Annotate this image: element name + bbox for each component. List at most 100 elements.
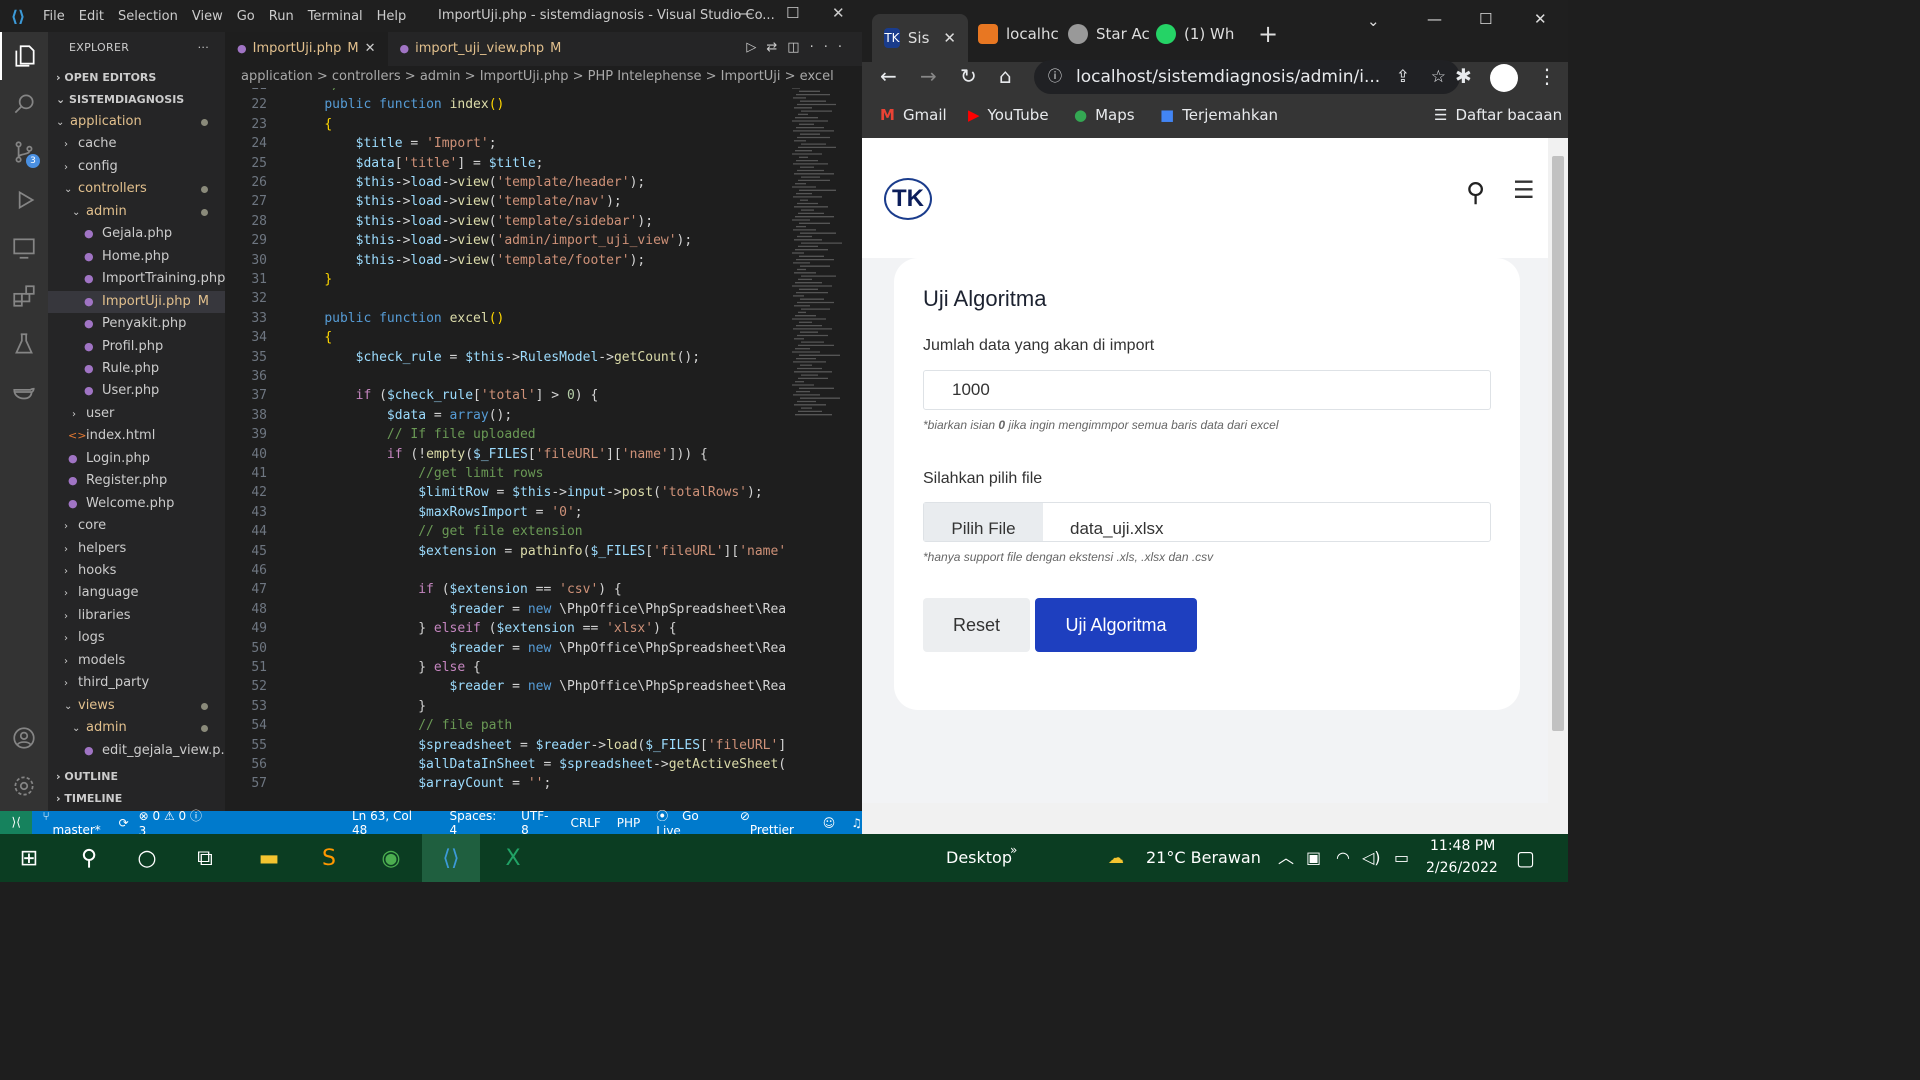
tree-folder[interactable]: › language bbox=[48, 582, 225, 604]
tree-folder[interactable]: › config bbox=[48, 156, 225, 178]
tree-folder[interactable]: ⌄ controllers bbox=[48, 178, 225, 200]
back-icon[interactable]: ← bbox=[880, 64, 897, 88]
tree-file[interactable]: ● Gejala.php bbox=[48, 223, 225, 245]
tree-file[interactable]: ● Welcome.php bbox=[48, 493, 225, 515]
code-editor[interactable]: 21 */ 22 public function index() 23 {24 $t… bbox=[225, 88, 862, 811]
tree-file[interactable]: ● Home.php bbox=[48, 246, 225, 268]
tree-folder[interactable]: › hooks bbox=[48, 560, 225, 582]
tree-folder[interactable]: › libraries bbox=[48, 605, 225, 627]
home-icon[interactable]: ⌂ bbox=[999, 64, 1012, 88]
settings-gear-icon[interactable] bbox=[0, 762, 48, 810]
search-icon[interactable]: ⚲ bbox=[1466, 178, 1485, 208]
docker-icon[interactable] bbox=[0, 368, 48, 416]
menu-view[interactable]: View bbox=[192, 9, 223, 24]
vscode-taskbar-icon[interactable]: ⟨⟩ bbox=[422, 834, 480, 882]
browser-tab[interactable]: (1) Wh bbox=[1156, 14, 1234, 54]
menu-file[interactable]: File bbox=[43, 9, 65, 24]
file-input[interactable]: Pilih File data_uji.xlsx bbox=[923, 502, 1491, 542]
browser-minimize-icon[interactable]: — bbox=[1427, 10, 1442, 28]
site-info-icon[interactable]: ⓘ bbox=[1048, 60, 1062, 94]
close-icon[interactable]: ✕ bbox=[832, 4, 845, 22]
browser-tab[interactable]: Star Ac bbox=[1068, 14, 1150, 54]
battery-icon[interactable]: ▭ bbox=[1394, 834, 1409, 882]
feedback-icon[interactable]: ☺ bbox=[823, 816, 836, 830]
tree-folder[interactable]: ⌄ views bbox=[48, 695, 225, 717]
remote-icon[interactable]: ⟩⟨ bbox=[0, 811, 33, 834]
hamburger-menu-icon[interactable]: ☰ bbox=[1513, 176, 1535, 204]
clock-time[interactable]: 11:48 PM bbox=[1430, 838, 1495, 854]
menu-go[interactable]: Go bbox=[237, 9, 255, 24]
minimap[interactable] bbox=[790, 88, 850, 428]
timeline-section[interactable]: › TIMELINE bbox=[48, 788, 122, 810]
wifi-icon[interactable]: ◠ bbox=[1336, 834, 1350, 882]
reset-button[interactable]: Reset bbox=[923, 598, 1030, 652]
search-icon[interactable] bbox=[0, 80, 48, 128]
open-editors-section[interactable]: › OPEN EDITORS bbox=[48, 67, 156, 89]
tree-file[interactable]: ● Penyakit.php bbox=[48, 313, 225, 335]
bookmark-star-icon[interactable]: ☆ bbox=[1431, 60, 1446, 94]
profile-avatar[interactable] bbox=[1490, 64, 1518, 92]
tree-file[interactable]: ● Profil.php bbox=[48, 336, 225, 358]
volume-icon[interactable]: ◁) bbox=[1362, 834, 1381, 882]
eol-status[interactable]: CRLF bbox=[570, 816, 600, 830]
clock-date[interactable]: 2/26/2022 bbox=[1426, 860, 1498, 876]
new-tab-button[interactable]: + bbox=[1258, 14, 1278, 54]
browser-tab-active[interactable]: TK Sis ✕ bbox=[872, 14, 968, 62]
tree-file[interactable]: <>index.html bbox=[48, 425, 225, 447]
weather-icon[interactable]: ☁ bbox=[1108, 834, 1124, 882]
toolbar-chevron-icon[interactable]: » bbox=[1010, 826, 1017, 874]
tree-folder[interactable]: › third_party bbox=[48, 672, 225, 694]
excel-icon[interactable]: X bbox=[484, 834, 542, 882]
site-logo[interactable]: TK bbox=[884, 178, 932, 220]
editor-tab[interactable]: ● import_uji_view.php M bbox=[388, 32, 574, 66]
menu-help[interactable]: Help bbox=[377, 9, 407, 24]
bookmark-maps[interactable]: ● Maps bbox=[1074, 106, 1135, 124]
tree-file[interactable]: ● Rule.php bbox=[48, 358, 225, 380]
sublime-text-icon[interactable]: S bbox=[300, 834, 358, 882]
remote-explorer-icon[interactable] bbox=[0, 224, 48, 272]
run-debug-icon[interactable] bbox=[0, 176, 48, 224]
menu-run[interactable]: Run bbox=[269, 9, 294, 24]
test-algorithm-button[interactable]: Uji Algoritma bbox=[1035, 598, 1197, 652]
tree-folder[interactable]: › models bbox=[48, 650, 225, 672]
maximize-icon[interactable]: ☐ bbox=[786, 4, 799, 22]
forward-icon[interactable]: → bbox=[920, 64, 937, 88]
windows-start-icon[interactable]: ⊞ bbox=[0, 834, 58, 882]
browser-close-icon[interactable]: ✕ bbox=[1534, 10, 1547, 28]
notifications-bell-icon[interactable]: ♫ bbox=[851, 816, 862, 830]
tab-search-icon[interactable]: ⌄ bbox=[1367, 12, 1380, 30]
tree-file[interactable]: ● Register.php bbox=[48, 470, 225, 492]
outline-section[interactable]: › OUTLINE bbox=[48, 766, 118, 788]
bookmark-gmail[interactable]: M Gmail bbox=[880, 106, 947, 124]
taskbar-search-icon[interactable]: ⚲ bbox=[60, 834, 118, 882]
browser-tab[interactable]: localhc bbox=[978, 14, 1059, 54]
tree-file[interactable]: ● ImportTraining.php bbox=[48, 268, 225, 290]
tree-folder[interactable]: › logs bbox=[48, 627, 225, 649]
weather-text[interactable]: 21°C Berawan bbox=[1146, 834, 1261, 882]
tree-folder[interactable]: › user bbox=[48, 403, 225, 425]
tree-file[interactable]: ● ImportUji.php M bbox=[48, 290, 225, 313]
encoding-status[interactable]: UTF-8 bbox=[521, 809, 554, 837]
bookmark-youtube[interactable]: ▶ YouTube bbox=[968, 106, 1049, 124]
tree-folder[interactable]: ⌄ admin bbox=[48, 201, 225, 223]
project-section[interactable]: ⌄ SISTEMDIAGNOSIS bbox=[48, 89, 184, 111]
extensions-puzzle-icon[interactable]: ✱ bbox=[1455, 64, 1472, 88]
editor-actions[interactable]: ▷⇄◫··· bbox=[746, 40, 852, 55]
branch-status[interactable]: ⑂ master* bbox=[42, 809, 108, 837]
explorer-icon[interactable] bbox=[0, 32, 48, 80]
tree-file[interactable]: ● edit_gejala_view.p... bbox=[48, 740, 233, 762]
page-scrollbar[interactable] bbox=[1548, 138, 1568, 803]
menu-selection[interactable]: Selection bbox=[118, 9, 178, 24]
tree-folder[interactable]: › core bbox=[48, 515, 225, 537]
indent-status[interactable]: Spaces: 4 bbox=[449, 809, 505, 837]
accounts-icon[interactable] bbox=[0, 714, 48, 762]
address-bar[interactable]: ⓘ localhost/sistemdiagnosis/admin/i... ☆ ⇪ bbox=[1034, 60, 1460, 94]
tree-file[interactable]: ● Login.php bbox=[48, 448, 225, 470]
menu-edit[interactable]: Edit bbox=[79, 9, 104, 24]
tree-folder[interactable]: ⌄ admin bbox=[48, 717, 225, 739]
choose-file-button[interactable]: Pilih File bbox=[924, 503, 1043, 541]
tray-overflow-icon[interactable]: ︿ bbox=[1278, 834, 1294, 882]
share-icon[interactable]: ⇪ bbox=[1396, 60, 1410, 94]
bookmark-translate[interactable]: ■ Terjemahkan bbox=[1160, 106, 1278, 124]
tray-app-icon[interactable]: ▣ bbox=[1306, 834, 1321, 882]
